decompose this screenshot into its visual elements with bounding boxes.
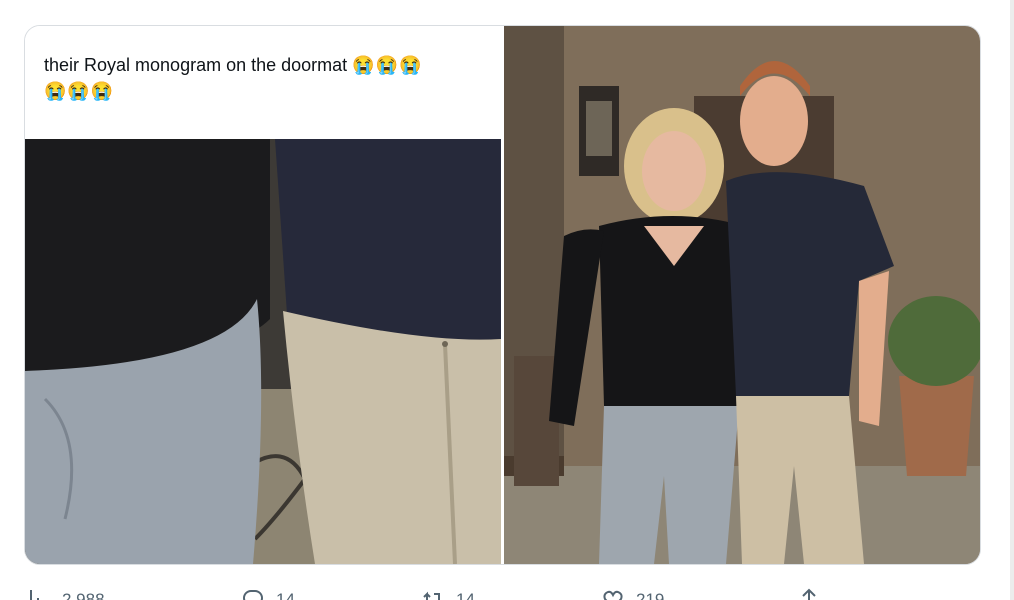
repost-icon — [422, 588, 444, 600]
share-action[interactable] — [798, 588, 820, 600]
reply-icon — [242, 588, 264, 600]
crying-emoji-group-2: 😭😭😭 — [44, 81, 115, 101]
repost-action[interactable]: 14 — [422, 588, 475, 600]
caption-text: their Royal monogram on the doormat 😭😭😭 … — [44, 52, 484, 104]
views-icon — [28, 588, 50, 600]
tweet-media-card[interactable]: their Royal monogram on the doormat 😭😭😭 … — [24, 25, 981, 565]
scrollbar-track[interactable] — [1010, 0, 1014, 600]
full-photo — [504, 26, 980, 564]
reply-action[interactable]: 14 — [242, 588, 295, 600]
replies-count: 14 — [276, 590, 295, 600]
like-action[interactable]: 219 — [602, 588, 664, 600]
closeup-photo — [25, 139, 501, 564]
views-action[interactable]: 2,988 — [28, 588, 105, 600]
tweet-page: their Royal monogram on the doormat 😭😭😭 … — [0, 0, 1014, 600]
tweet-action-bar: 2,988 14 14 219 — [28, 588, 978, 600]
crying-emoji-group-1: 😭😭😭 — [352, 55, 423, 75]
views-count: 2,988 — [62, 590, 105, 600]
like-icon — [602, 588, 624, 600]
likes-count: 219 — [636, 590, 665, 600]
left-media-panel[interactable]: their Royal monogram on the doormat 😭😭😭 … — [25, 26, 501, 564]
right-media-panel[interactable] — [504, 26, 980, 564]
caption-box: their Royal monogram on the doormat 😭😭😭 … — [25, 26, 501, 140]
caption-words: their Royal monogram on the doormat — [44, 55, 348, 75]
reposts-count: 14 — [456, 590, 475, 600]
share-icon — [798, 588, 820, 600]
